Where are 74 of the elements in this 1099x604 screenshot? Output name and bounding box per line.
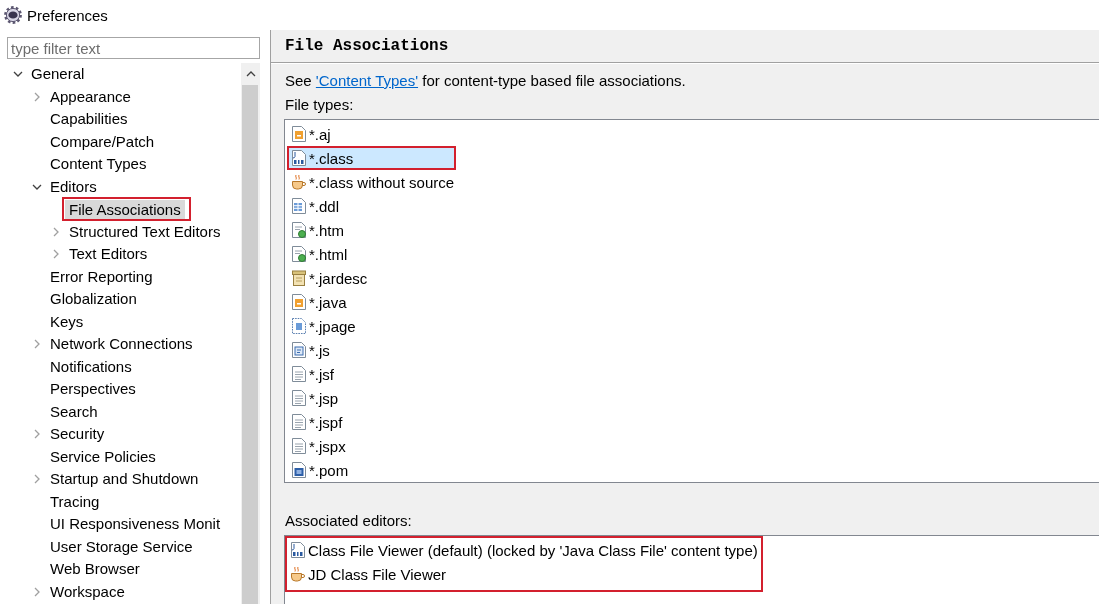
text-file-icon xyxy=(291,438,307,454)
list-item[interactable]: *.java xyxy=(287,290,457,314)
file-types-label: File types: xyxy=(284,95,355,115)
list-item[interactable]: *.jardesc xyxy=(287,266,457,290)
list-item[interactable]: *.class without source xyxy=(287,170,457,194)
tree-item[interactable]: Content Types xyxy=(46,154,151,175)
list-item[interactable]: *.class xyxy=(289,148,455,168)
chevron-right-icon[interactable] xyxy=(51,249,61,260)
list-item[interactable]: *.aj xyxy=(287,122,457,146)
globe-file-icon xyxy=(291,222,307,238)
tree-item[interactable]: Compare/Patch xyxy=(46,131,159,152)
window-title: Preferences xyxy=(27,6,108,24)
dashed-file-icon xyxy=(291,318,307,334)
table-file-icon xyxy=(291,198,307,214)
gear-icon xyxy=(4,6,22,24)
globe-file-icon xyxy=(291,246,307,262)
tree-item[interactable]: Editors xyxy=(46,176,101,197)
list-item[interactable]: *.ddl xyxy=(287,194,457,218)
text-file-icon xyxy=(291,390,307,406)
list-item[interactable]: *.htm xyxy=(287,218,457,242)
tree-item[interactable]: Perspectives xyxy=(46,379,140,400)
content-types-link[interactable]: 'Content Types' xyxy=(315,72,419,89)
list-item[interactable]: *.jspx xyxy=(287,434,457,458)
binary-file-icon xyxy=(290,542,306,558)
file-icon xyxy=(291,462,307,478)
tree-item[interactable]: Security xyxy=(46,424,109,445)
list-item[interactable]: *.html xyxy=(287,242,457,266)
list-item[interactable]: *.js xyxy=(287,338,457,362)
tree-item[interactable]: Service Policies xyxy=(46,446,160,467)
chevron-right-icon[interactable] xyxy=(32,91,42,102)
chevron-right-icon[interactable] xyxy=(32,586,42,597)
chevron-right-icon[interactable] xyxy=(32,429,42,440)
cup-icon xyxy=(291,174,307,190)
filter-field[interactable]: type filter text xyxy=(7,37,260,59)
tree-item[interactable]: Search xyxy=(46,401,102,422)
scrollbar-thumb[interactable] xyxy=(242,85,258,604)
chevron-right-icon[interactable] xyxy=(32,339,42,350)
tree-item[interactable]: File Associations xyxy=(65,200,185,220)
cup-icon xyxy=(290,566,306,582)
tree-item[interactable]: Text Editors xyxy=(65,244,152,265)
page-title: File Associations xyxy=(285,37,449,55)
tree-item[interactable]: UI Responsiveness Monit xyxy=(46,514,225,535)
text-file-icon xyxy=(291,414,307,430)
list-item[interactable]: *.jsf xyxy=(287,362,457,386)
list-item[interactable]: *.pom xyxy=(287,458,457,482)
list-item[interactable]: *.jpage xyxy=(287,314,457,338)
tree-item[interactable]: User Storage Service xyxy=(46,536,197,557)
tree-item[interactable]: Globalization xyxy=(46,289,141,310)
tree-item[interactable]: Appearance xyxy=(46,86,135,107)
tree-item[interactable]: Startup and Shutdown xyxy=(46,469,203,490)
associated-editors-label: Associated editors: xyxy=(284,511,413,531)
script-file-icon xyxy=(291,342,307,358)
binary-file-icon xyxy=(291,150,307,166)
tree-item[interactable]: Notifications xyxy=(46,356,136,377)
text-file-icon xyxy=(291,366,307,382)
tree-item[interactable]: Structured Text Editors xyxy=(65,221,225,242)
list-item[interactable]: *.jsp xyxy=(287,386,457,410)
tree-item[interactable]: General xyxy=(27,64,89,85)
tree-item[interactable]: Error Reporting xyxy=(46,266,157,287)
list-item[interactable]: *.jspf xyxy=(287,410,457,434)
chevron-right-icon[interactable] xyxy=(32,474,42,485)
file-icon xyxy=(291,294,307,310)
chevron-right-icon[interactable] xyxy=(51,226,61,237)
tree-item[interactable]: Web Browser xyxy=(46,559,144,580)
tree-item[interactable]: Network Connections xyxy=(46,334,197,355)
tree-item[interactable]: Tracing xyxy=(46,491,104,512)
jar-icon xyxy=(291,270,307,286)
intro-text: See 'Content Types' for content-type based file associations. xyxy=(284,71,687,91)
tree-item[interactable]: Keys xyxy=(46,311,88,332)
list-item[interactable]: Class File Viewer (default) (locked by 'Java Class File' content type) xyxy=(289,538,759,562)
tree-item[interactable]: Capabilities xyxy=(46,109,132,130)
list-item[interactable]: JD Class File Viewer xyxy=(289,562,759,586)
file-icon xyxy=(291,126,307,142)
tree-item[interactable]: Workspace xyxy=(46,581,129,602)
